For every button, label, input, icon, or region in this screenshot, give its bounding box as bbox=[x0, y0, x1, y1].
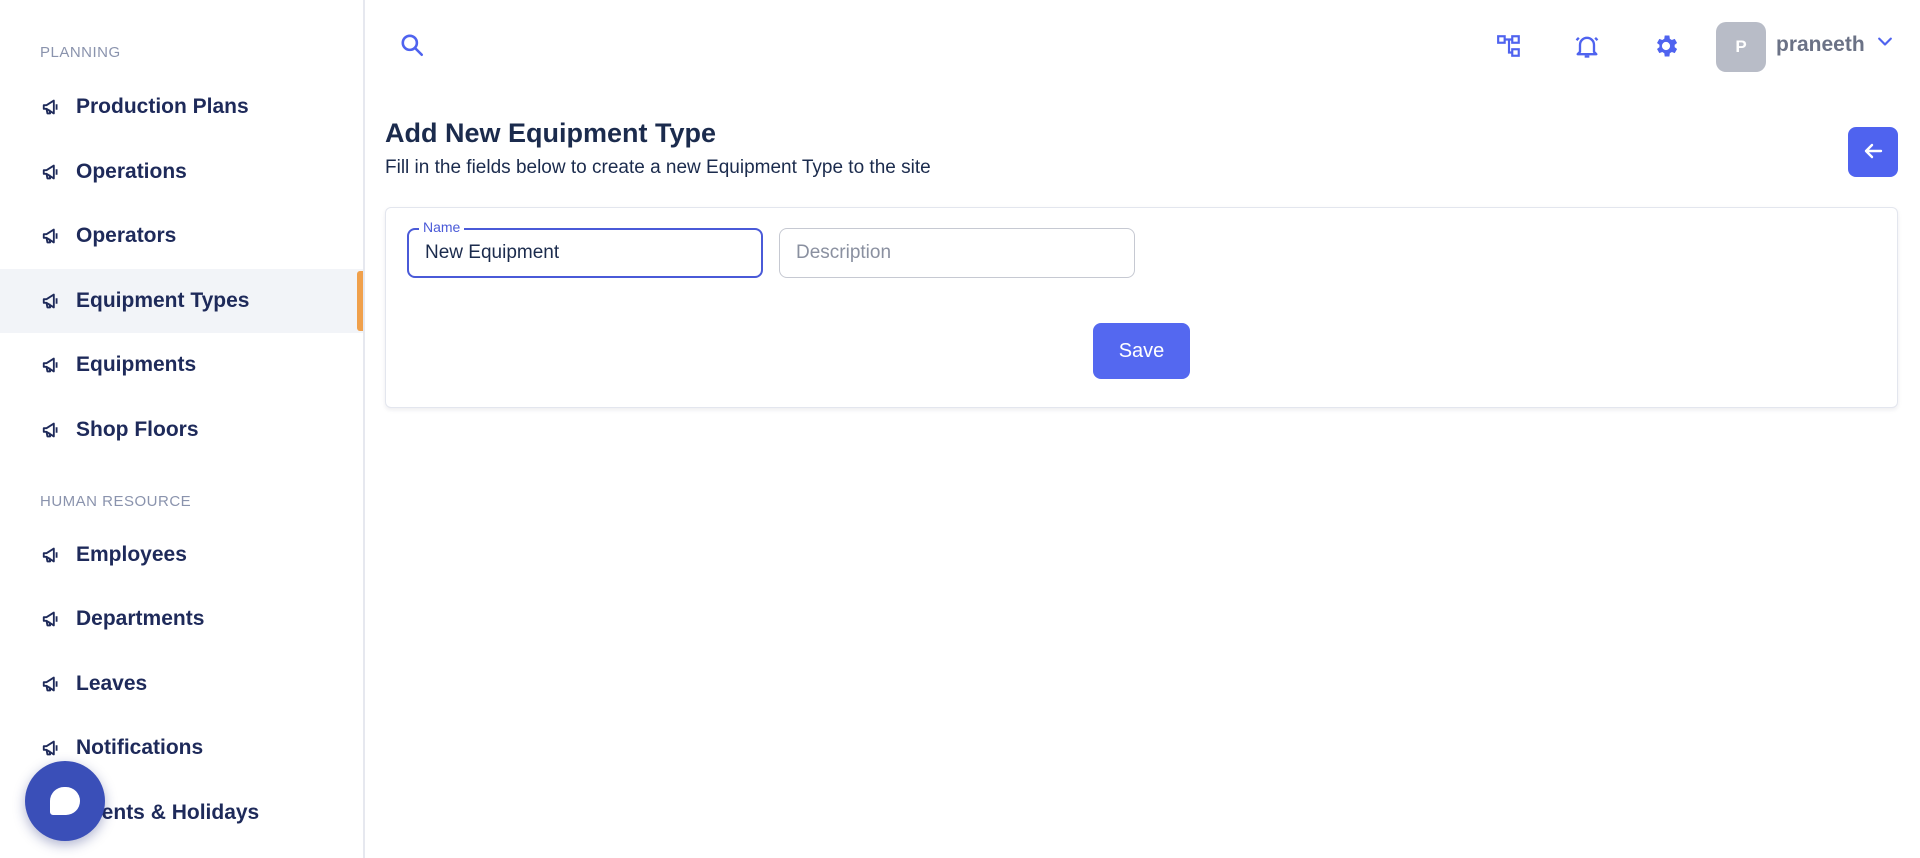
megaphone-icon bbox=[40, 160, 64, 184]
section-title-planning: PLANNING bbox=[40, 44, 121, 61]
chat-icon bbox=[50, 787, 80, 815]
username[interactable]: praneeth bbox=[1776, 33, 1865, 57]
megaphone-icon bbox=[40, 418, 64, 442]
sidebar-item-label: Notifications bbox=[76, 736, 204, 759]
arrow-left-icon bbox=[1861, 139, 1885, 166]
back-button[interactable] bbox=[1848, 127, 1898, 177]
sidebar-item-equipments[interactable]: Equipments bbox=[0, 333, 363, 397]
name-field: Name bbox=[407, 219, 763, 278]
megaphone-icon bbox=[40, 736, 64, 760]
megaphone-icon bbox=[40, 224, 64, 248]
avatar[interactable]: P bbox=[1716, 22, 1766, 72]
sidebar-item-operations[interactable]: Operations bbox=[0, 140, 363, 204]
sidebar-item-label: Equipments bbox=[76, 353, 197, 376]
form-card: Name Save bbox=[385, 207, 1898, 408]
megaphone-icon bbox=[40, 95, 64, 119]
gear-icon[interactable] bbox=[1650, 30, 1682, 62]
name-label: Name bbox=[419, 219, 465, 235]
sidebar-item-employees[interactable]: Employees bbox=[0, 523, 363, 587]
sidebar-item-departments[interactable]: Departments bbox=[0, 587, 363, 651]
bell-icon[interactable] bbox=[1571, 30, 1603, 62]
sidebar-item-production-plans[interactable]: Production Plans bbox=[0, 75, 363, 139]
sidebar-item-label: Operations bbox=[76, 160, 187, 183]
megaphone-icon bbox=[40, 672, 64, 696]
sidebar-item-label: Operators bbox=[76, 224, 177, 247]
page-title: Add New Equipment Type bbox=[385, 118, 717, 148]
description-field bbox=[779, 228, 1135, 278]
sidebar-item-shop-floors[interactable]: Shop Floors bbox=[0, 398, 363, 462]
section-title-human-resource: HUMAN RESOURCE bbox=[40, 493, 192, 510]
sidebar-item-label: Leaves bbox=[76, 672, 148, 695]
sidebar-item-leaves[interactable]: Leaves bbox=[0, 652, 363, 716]
megaphone-icon bbox=[40, 353, 64, 377]
megaphone-icon bbox=[40, 543, 64, 567]
save-button[interactable]: Save bbox=[1093, 323, 1190, 379]
top-bar: P praneeth bbox=[367, 0, 1920, 96]
sidebar: PLANNING Production Plans Operations Ope… bbox=[0, 0, 365, 858]
megaphone-icon bbox=[40, 607, 64, 631]
sidebar-item-label: Equipment Types bbox=[76, 289, 250, 312]
megaphone-icon bbox=[40, 289, 64, 313]
sidebar-item-label: Production Plans bbox=[76, 95, 249, 118]
sidebar-item-label: Departments bbox=[76, 607, 205, 630]
sidebar-item-label: Shop Floors bbox=[76, 418, 199, 441]
chat-launcher-button[interactable] bbox=[25, 761, 105, 841]
description-input[interactable] bbox=[779, 228, 1135, 278]
sidebar-item-label: Employees bbox=[76, 543, 187, 566]
sidebar-item-equipment-types[interactable]: Equipment Types bbox=[0, 269, 363, 333]
hierarchy-icon[interactable] bbox=[1493, 30, 1525, 62]
sidebar-item-operators[interactable]: Operators bbox=[0, 204, 363, 268]
name-input[interactable] bbox=[407, 228, 763, 278]
chevron-down-icon[interactable] bbox=[1875, 32, 1897, 54]
search-icon[interactable] bbox=[399, 32, 427, 60]
page-subtitle: Fill in the fields below to create a new… bbox=[385, 157, 931, 178]
